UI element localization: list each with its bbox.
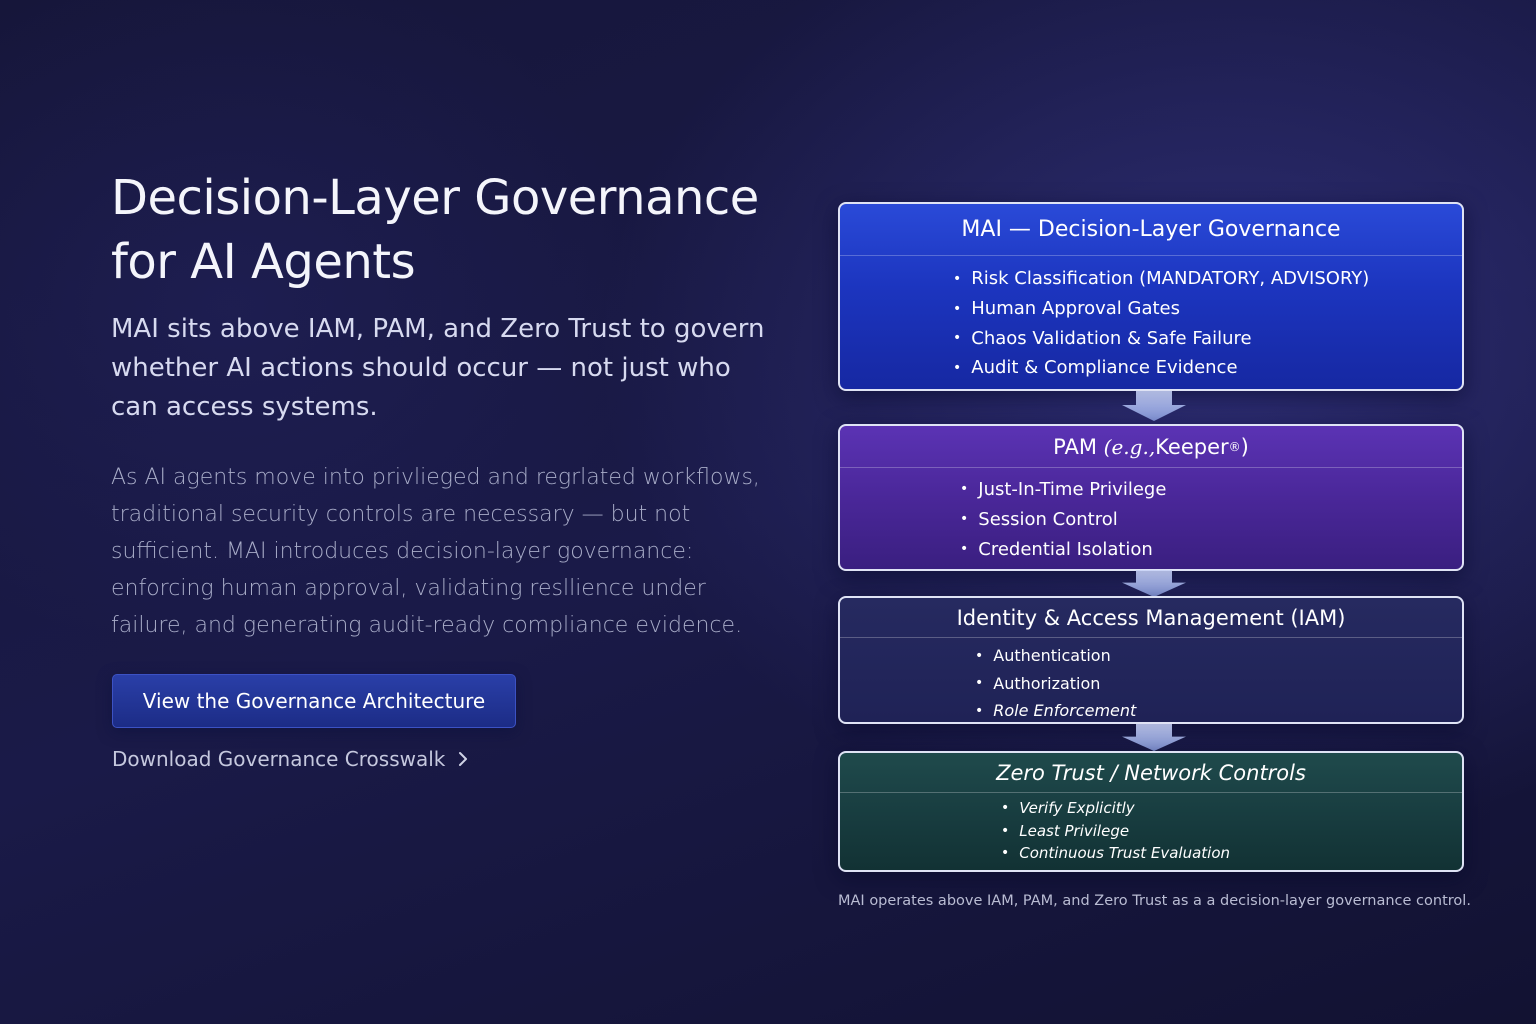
view-architecture-button-label: View the Governance Architecture	[142, 689, 486, 713]
hero-body: As AI agents move into privlieged and re…	[111, 465, 760, 638]
layer-iam-title: Identity & Access Management (IAM)	[840, 598, 1462, 638]
layer-pam-title-close: )	[1240, 434, 1249, 459]
list-item: • Just-In-Time Privilege	[960, 474, 1462, 504]
list-item: • Authorization	[975, 670, 1462, 698]
bullet-icon: •	[953, 270, 962, 287]
list-item: • Session Control	[960, 504, 1462, 534]
list-item: • Role Enforcement	[975, 697, 1462, 722]
layer-pam-title: PAM (e.g., Keeper ®)	[840, 426, 1462, 468]
bullet-icon: •	[975, 702, 984, 719]
list-item-text: Credential Isolation	[978, 538, 1153, 560]
layer-pam-title-italic: (e.g.,	[1103, 434, 1156, 459]
registered-mark: ®	[1228, 439, 1241, 454]
download-crosswalk-label: Download Governance Crosswalk	[112, 747, 446, 771]
layer-iam-list: • Authentication • Authorization • Role Enf…	[840, 638, 1462, 722]
list-item: • Verify Explicitly	[1001, 797, 1462, 820]
bullet-icon: •	[975, 647, 984, 664]
list-item: • Human Approval Gates	[953, 294, 1462, 324]
list-item: • Credential Isolation	[960, 534, 1462, 564]
layer-zero-trust-title: Zero Trust / Network Controls	[840, 753, 1462, 793]
bullet-icon: •	[1001, 800, 1010, 817]
list-item-text: Risk Classification (MANDATORY, ADVISORY…	[971, 268, 1370, 290]
download-crosswalk-link[interactable]: Download Governance Crosswalk	[112, 744, 469, 774]
layer-zero-trust: Zero Trust / Network Controls • Verify Ex…	[838, 751, 1464, 872]
layer-zero-trust-list: • Verify Explicitly • Least Privilege • Con…	[840, 793, 1462, 865]
list-item-text: Authentication	[993, 646, 1111, 666]
list-item-text: Session Control	[978, 508, 1118, 530]
bullet-icon: •	[960, 541, 969, 557]
layer-pam-title-suffix: Keeper	[1155, 434, 1229, 459]
list-item: • Least Privilege	[1001, 820, 1462, 843]
layer-iam: Identity & Access Management (IAM) • Auth…	[838, 596, 1464, 724]
list-item-text: Continuous Trust Evaluation	[1019, 844, 1231, 863]
bullet-icon: •	[1001, 845, 1010, 862]
bullet-icon: •	[960, 511, 969, 527]
list-item: • Chaos Validation & Safe Failure	[953, 323, 1462, 353]
list-item: • Risk Classification (MANDATORY, ADVISOR…	[953, 264, 1462, 294]
hero-title: Decision-Layer Governance for AI Agents	[111, 166, 831, 294]
layer-pam-list: • Just-In-Time Privilege • Session Control…	[840, 468, 1462, 564]
bullet-icon: •	[975, 675, 984, 692]
hero-subtitle: MAI sits above IAM, PAM, and Zero Trust …	[111, 314, 765, 422]
view-architecture-button[interactable]: View the Governance Architecture	[112, 674, 516, 728]
list-item-text: Just-In-Time Privilege	[978, 478, 1167, 500]
list-item-text: Role Enforcement	[993, 701, 1137, 721]
bullet-icon: •	[953, 359, 962, 376]
list-item: • Authentication	[975, 642, 1462, 670]
list-item-text: Chaos Validation & Safe Failure	[971, 327, 1252, 349]
bullet-icon: •	[960, 481, 969, 497]
bullet-icon: •	[953, 300, 962, 317]
list-item: • Audit & Compliance Evidence	[953, 353, 1462, 383]
layer-mai-list: • Risk Classification (MANDATORY, ADVISOR…	[840, 256, 1462, 383]
diagram-caption: MAI operates above IAM, PAM, and Zero Tr…	[838, 893, 1471, 909]
arrow-down-icon	[1122, 570, 1186, 597]
hero-title-line-1: Decision-Layer Governance	[111, 170, 759, 226]
bullet-icon: •	[953, 330, 962, 347]
arrow-down-icon	[1122, 391, 1186, 421]
list-item-text: Audit & Compliance Evidence	[971, 357, 1238, 379]
list-item-text: Verify Explicitly	[1019, 799, 1135, 818]
layer-mai: MAI — Decision-Layer Governance • Risk Cl…	[838, 202, 1464, 391]
arrow-down-icon	[1122, 724, 1186, 751]
hero-title-line-2: for AI Agents	[111, 234, 416, 290]
layer-pam: PAM (e.g., Keeper ®) • Just-In-Time Privil…	[838, 424, 1464, 571]
list-item-text: Human Approval Gates	[971, 298, 1180, 320]
list-item-text: Least Privilege	[1019, 821, 1130, 840]
bullet-icon: •	[1001, 822, 1010, 839]
layer-pam-title-prefix: PAM	[1053, 434, 1097, 459]
list-item-text: Authorization	[993, 673, 1101, 693]
list-item: • Continuous Trust Evaluation	[1001, 842, 1462, 865]
layer-mai-title: MAI — Decision-Layer Governance	[840, 204, 1462, 256]
chevron-right-icon	[457, 750, 469, 768]
